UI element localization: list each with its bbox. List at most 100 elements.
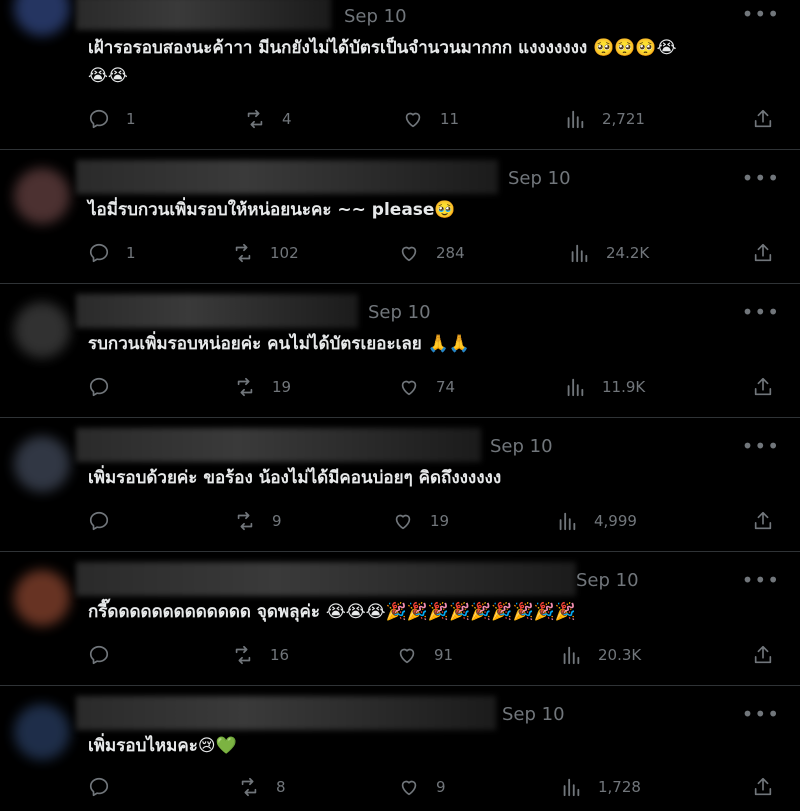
more-icon[interactable]: ••• <box>742 568 780 592</box>
share-button[interactable] <box>752 644 774 666</box>
author-name[interactable] <box>76 0 331 30</box>
more-icon[interactable]: ••• <box>742 166 780 190</box>
reply-icon <box>89 243 109 263</box>
action-bar: 8 9 1,728 <box>88 776 778 800</box>
reply-text-line: ไอมี่รบกวนเพิ่มรอบให้หน่อยนะคะ ~~ please… <box>88 200 456 220</box>
heart-icon <box>401 380 417 396</box>
reply-button[interactable] <box>88 776 126 798</box>
like-count: 19 <box>430 512 450 530</box>
avatar[interactable] <box>14 168 70 224</box>
more-icon[interactable]: ••• <box>742 2 780 26</box>
avatar[interactable] <box>14 0 70 36</box>
reply-item[interactable]: Sep 10 ••• เพิ่มรอบด้วยค่ะ ขอร้อง น้องไม… <box>0 418 800 552</box>
like-button[interactable]: 74 <box>398 376 455 398</box>
retweet-icon <box>247 109 263 129</box>
like-button[interactable]: 11 <box>402 108 459 130</box>
action-bar: 16 91 20.3K <box>88 644 778 668</box>
like-button[interactable]: 19 <box>392 510 449 532</box>
share-button[interactable] <box>752 510 774 532</box>
reply-text: เพิ่มรอบไหมคะ😢💚 <box>88 732 768 760</box>
views-icon <box>567 110 584 129</box>
reply-text: เฝ้ารอรอบสองนะค้าาา มีนกยังไม่ได้บัตรเป็… <box>88 34 768 90</box>
views-icon <box>563 778 580 797</box>
share-button[interactable] <box>752 776 774 798</box>
retweet-button[interactable]: 102 <box>232 242 299 264</box>
reply-item[interactable]: Sep 10 ••• กรี๊ดดดดดดดดดดดดด จุดพลุค่ะ 😭… <box>0 552 800 686</box>
action-bar: 1 102 284 24.2K <box>88 242 778 266</box>
views-button[interactable]: 2,721 <box>564 108 645 130</box>
retweet-count: 102 <box>270 244 299 262</box>
views-count: 24.2K <box>606 244 650 262</box>
reply-button[interactable]: 1 <box>88 242 136 264</box>
views-button[interactable]: 11.9K <box>564 376 645 398</box>
share-icon <box>754 777 772 796</box>
reply-text-line: กรี๊ดดดดดดดดดดดดด จุดพลุค่ะ 😭😭😭🎉🎉🎉🎉🎉🎉🎉🎉🎉 <box>88 602 577 622</box>
views-button[interactable]: 20.3K <box>560 644 641 666</box>
reply-button[interactable] <box>88 644 126 666</box>
retweet-icon <box>237 377 253 397</box>
author-name[interactable] <box>76 562 576 596</box>
retweet-button[interactable]: 16 <box>232 644 289 666</box>
views-icon <box>567 378 584 397</box>
views-count: 4,999 <box>594 512 637 530</box>
avatar[interactable] <box>14 570 70 626</box>
like-button[interactable]: 91 <box>396 644 453 666</box>
views-button[interactable]: 4,999 <box>556 510 637 532</box>
share-button[interactable] <box>752 108 774 130</box>
reply-button[interactable]: 1 <box>88 108 136 130</box>
tweet-date[interactable]: Sep 10 <box>576 570 639 591</box>
reply-count: 1 <box>126 110 136 128</box>
tweet-date[interactable]: Sep 10 <box>368 302 431 323</box>
retweet-count: 4 <box>282 110 292 128</box>
reply-icon <box>89 777 109 797</box>
tweet-date[interactable]: Sep 10 <box>344 6 407 27</box>
views-count: 1,728 <box>598 778 641 796</box>
retweet-count: 19 <box>272 378 292 396</box>
reply-text: รบกวนเพิ่มรอบหน่อยค่ะ คนไม่ได้บัตรเยอะเล… <box>88 330 768 358</box>
reply-button[interactable] <box>88 376 126 398</box>
views-icon <box>571 244 588 263</box>
reply-count: 1 <box>126 244 136 262</box>
views-button[interactable]: 24.2K <box>568 242 649 264</box>
avatar[interactable] <box>14 436 70 492</box>
tweet-date[interactable]: Sep 10 <box>508 168 571 189</box>
views-button[interactable]: 1,728 <box>560 776 641 798</box>
retweet-button[interactable]: 19 <box>234 376 291 398</box>
share-icon <box>754 511 772 530</box>
tweet-date[interactable]: Sep 10 <box>502 704 565 725</box>
like-button[interactable]: 9 <box>398 776 446 798</box>
reply-item[interactable]: Sep 10 ••• ไอมี่รบกวนเพิ่มรอบให้หน่อยนะค… <box>0 150 800 284</box>
author-name[interactable] <box>76 696 496 730</box>
share-button[interactable] <box>752 242 774 264</box>
share-button[interactable] <box>752 376 774 398</box>
views-count: 2,721 <box>602 110 645 128</box>
reply-item[interactable]: Sep 10 ••• รบกวนเพิ่มรอบหน่อยค่ะ คนไม่ได… <box>0 284 800 418</box>
reply-button[interactable] <box>88 510 126 532</box>
reply-text-line: เพิ่มรอบไหมคะ😢💚 <box>88 736 237 756</box>
retweet-icon <box>235 243 251 263</box>
reply-item[interactable]: Sep 10 ••• เฝ้ารอรอบสองนะค้าาา มีนกยังไม… <box>0 0 800 150</box>
retweet-button[interactable]: 9 <box>234 510 282 532</box>
more-icon[interactable]: ••• <box>742 300 780 324</box>
author-name[interactable] <box>76 294 358 328</box>
author-name[interactable] <box>76 428 481 462</box>
reply-item[interactable]: Sep 10 ••• เพิ่มรอบไหมคะ😢💚 8 9 1,728 <box>0 686 800 811</box>
heart-icon <box>395 514 411 530</box>
avatar[interactable] <box>14 302 70 358</box>
like-count: 91 <box>434 646 454 664</box>
author-name[interactable] <box>76 160 498 194</box>
heart-icon <box>399 648 415 664</box>
like-button[interactable]: 284 <box>398 242 465 264</box>
avatar[interactable] <box>14 704 70 760</box>
action-bar: 1 4 11 2,721 <box>88 108 778 132</box>
tweet-date[interactable]: Sep 10 <box>490 436 553 457</box>
retweet-button[interactable]: 8 <box>238 776 286 798</box>
retweet-button[interactable]: 4 <box>244 108 292 130</box>
reply-icon <box>89 109 109 129</box>
reply-icon <box>89 511 109 531</box>
more-icon[interactable]: ••• <box>742 702 780 726</box>
share-icon <box>754 645 772 664</box>
more-icon[interactable]: ••• <box>742 434 780 458</box>
retweet-count: 16 <box>270 646 290 664</box>
retweet-icon <box>237 511 253 531</box>
